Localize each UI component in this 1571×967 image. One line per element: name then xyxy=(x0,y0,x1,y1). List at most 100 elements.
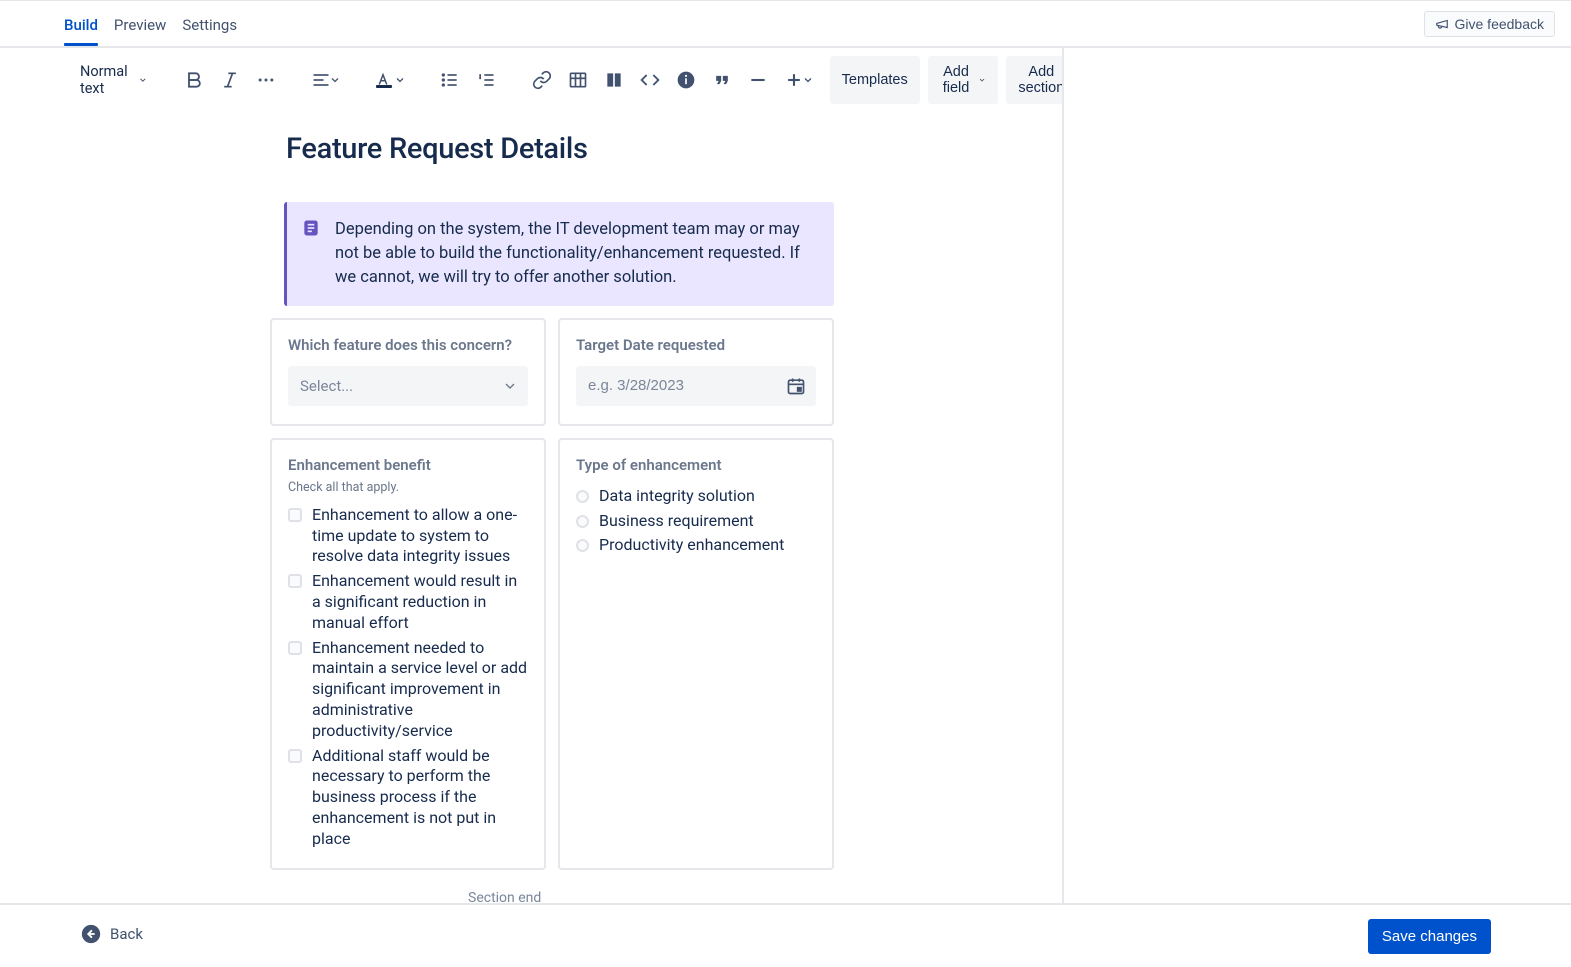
give-feedback-button[interactable]: Give feedback xyxy=(1424,11,1556,37)
table-button[interactable] xyxy=(562,64,594,96)
checkbox-label: Enhancement needed to maintain a service… xyxy=(312,638,528,742)
back-button[interactable]: Back xyxy=(80,923,143,945)
checkbox-option[interactable]: Enhancement would result in a significan… xyxy=(288,571,528,633)
plus-icon xyxy=(784,70,804,90)
panel-note-icon xyxy=(301,218,321,238)
chevron-down-icon xyxy=(802,74,814,86)
give-feedback-label: Give feedback xyxy=(1455,16,1545,32)
color-swatch xyxy=(376,85,392,88)
field-target-date[interactable]: Target Date requested xyxy=(558,318,834,426)
bold-icon xyxy=(184,70,204,90)
side-panel xyxy=(1064,48,1571,903)
more-horizontal-icon xyxy=(256,70,276,90)
bullet-list-button[interactable] xyxy=(434,64,466,96)
info-panel[interactable]: Depending on the system, the IT developm… xyxy=(284,202,834,306)
chevron-down-icon xyxy=(502,378,518,394)
text-style-select[interactable]: Normal text xyxy=(76,59,154,101)
select-placeholder: Select... xyxy=(300,377,353,395)
checkbox-icon xyxy=(288,508,302,522)
page-title: Feature Request Details xyxy=(286,132,1062,166)
footer: Back Save changes xyxy=(0,903,1571,967)
field-enhancement-type[interactable]: Type of enhancement Data integrity solut… xyxy=(558,438,834,870)
link-button[interactable] xyxy=(526,64,558,96)
quote-button[interactable] xyxy=(706,64,738,96)
back-label: Back xyxy=(110,925,143,943)
chevron-down-icon xyxy=(138,73,148,87)
target-date-input-wrap xyxy=(576,366,816,406)
section-end-divider: Section end Section start: integrity xyxy=(410,884,970,903)
info-panel-button[interactable] xyxy=(670,64,702,96)
main: Normal text xyxy=(0,48,1571,903)
tabs: Build Preview Settings xyxy=(64,4,237,44)
calendar-icon[interactable] xyxy=(786,376,806,396)
divider-icon xyxy=(748,70,768,90)
text-style-label: Normal text xyxy=(80,63,132,97)
chevron-down-icon xyxy=(394,74,406,86)
numbered-list-icon xyxy=(476,70,496,90)
italic-icon xyxy=(220,70,240,90)
target-date-input[interactable] xyxy=(588,377,786,394)
arrow-left-circle-icon xyxy=(80,923,102,945)
chevron-down-icon xyxy=(329,74,341,86)
italic-button[interactable] xyxy=(214,64,246,96)
field-label: Target Date requested xyxy=(576,336,816,354)
checkbox-option[interactable]: Enhancement to allow a one-time update t… xyxy=(288,505,528,567)
layout-icon xyxy=(604,70,624,90)
field-label: Enhancement benefit xyxy=(288,456,528,474)
divider-button[interactable] xyxy=(742,64,774,96)
align-button[interactable] xyxy=(306,64,346,96)
form-canvas: Feature Request Details Depending on the… xyxy=(270,132,1062,903)
radio-option[interactable]: Productivity enhancement xyxy=(576,535,816,556)
header-row: Build Preview Settings Give feedback xyxy=(0,0,1571,48)
bold-button[interactable] xyxy=(178,64,210,96)
canvas-scroll[interactable]: Feature Request Details Depending on the… xyxy=(0,112,1062,903)
info-panel-text: Depending on the system, the IT developm… xyxy=(335,218,816,290)
checkbox-icon xyxy=(288,749,302,763)
insert-button[interactable] xyxy=(778,64,820,96)
checkbox-option[interactable]: Enhancement needed to maintain a service… xyxy=(288,638,528,742)
field-feature[interactable]: Which feature does this concern? Select.… xyxy=(270,318,546,426)
radio-list: Data integrity solution Business require… xyxy=(576,486,816,556)
radio-option[interactable]: Business requirement xyxy=(576,511,816,532)
chevron-down-icon xyxy=(978,73,986,87)
bullet-list-icon xyxy=(440,70,460,90)
radio-icon xyxy=(576,515,589,528)
quote-icon xyxy=(712,70,732,90)
link-icon xyxy=(532,70,552,90)
checkbox-option[interactable]: Additional staff would be necessary to p… xyxy=(288,746,528,850)
editor-toolbar: Normal text xyxy=(0,48,1062,112)
tab-settings[interactable]: Settings xyxy=(182,4,237,44)
add-field-label: Add field xyxy=(940,64,973,96)
layout-button[interactable] xyxy=(598,64,630,96)
feature-select[interactable]: Select... xyxy=(288,366,528,406)
radio-label: Productivity enhancement xyxy=(599,535,784,556)
add-field-button[interactable]: Add field xyxy=(928,56,999,104)
radio-icon xyxy=(576,539,589,552)
add-section-button[interactable]: Add section xyxy=(1006,56,1064,104)
checkbox-label: Additional staff would be necessary to p… xyxy=(312,746,528,850)
radio-icon xyxy=(576,490,589,503)
checkbox-list: Enhancement to allow a one-time update t… xyxy=(288,505,528,850)
save-changes-button[interactable]: Save changes xyxy=(1368,919,1491,954)
radio-option[interactable]: Data integrity solution xyxy=(576,486,816,507)
more-formatting-button[interactable] xyxy=(250,64,282,96)
align-left-icon xyxy=(311,70,331,90)
numbered-list-button[interactable] xyxy=(470,64,502,96)
radio-label: Business requirement xyxy=(599,511,754,532)
checkbox-label: Enhancement would result in a significan… xyxy=(312,571,528,633)
field-enhancement-benefit[interactable]: Enhancement benefit Check all that apply… xyxy=(270,438,546,870)
templates-button[interactable]: Templates xyxy=(830,56,920,104)
info-icon xyxy=(676,70,696,90)
code-button[interactable] xyxy=(634,64,666,96)
field-label: Which feature does this concern? xyxy=(288,336,528,354)
megaphone-icon xyxy=(1435,17,1449,31)
editor-pane: Normal text xyxy=(0,48,1064,903)
tab-preview[interactable]: Preview xyxy=(114,4,166,44)
code-icon xyxy=(640,70,660,90)
field-hint: Check all that apply. xyxy=(288,480,528,495)
text-color-button[interactable] xyxy=(370,67,410,93)
section-end-label: Section end xyxy=(410,884,970,903)
radio-label: Data integrity solution xyxy=(599,486,755,507)
tab-build[interactable]: Build xyxy=(64,4,98,44)
field-label: Type of enhancement xyxy=(576,456,816,474)
